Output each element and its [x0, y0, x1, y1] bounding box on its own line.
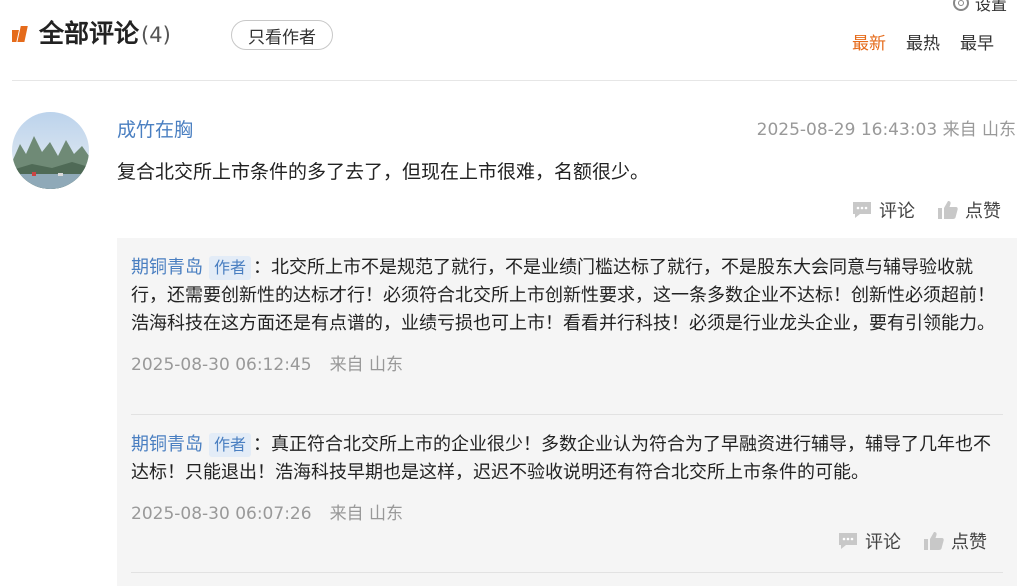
reply-divider: [131, 572, 1003, 573]
comment-count: (4): [141, 23, 171, 47]
reply-location: 来自 山东: [329, 504, 403, 524]
reply-author[interactable]: 期铜青岛: [131, 257, 203, 278]
reply-like-button[interactable]: 点赞: [923, 528, 987, 554]
tab-earliest[interactable]: 最早: [960, 29, 994, 54]
comment-bubble-icon: [839, 533, 857, 549]
comment-actions: 评论 点赞: [851, 197, 1001, 223]
reply-location: 来自 山东: [329, 355, 403, 375]
settings-label: 设置: [975, 0, 1008, 14]
reply-content: 期铜青岛 作者 ：北交所上市不是规范了就行，不是业绩门槛达标了就行，不是股东大会同意…: [131, 254, 1003, 338]
comment-reply-label: 评论: [879, 201, 915, 222]
header-divider: [12, 80, 1017, 81]
reply-author[interactable]: 期铜青岛: [131, 434, 203, 455]
comment-bubble-icon: [853, 202, 871, 218]
reply-actions: 评论 点赞: [837, 528, 987, 554]
tab-newest[interactable]: 最新: [852, 29, 886, 54]
reply-timestamp: 2025-08-30 06:12:45: [131, 355, 312, 375]
reply-like-label: 点赞: [951, 532, 987, 553]
comment-text: 复合北交所上市条件的多了去了，但现在上市很难，名额很少。: [117, 161, 650, 183]
comment-username[interactable]: 成竹在胸: [117, 115, 193, 142]
thumbs-up-icon: [924, 532, 944, 550]
thumbs-up-icon: [938, 201, 958, 219]
reply-divider: [131, 414, 1003, 415]
comment-section-icon: [12, 26, 28, 42]
comment-like-label: 点赞: [965, 201, 1001, 222]
reply-meta: 2025-08-30 06:12:45 来自 山东: [131, 350, 1003, 375]
reply-item: 期铜青岛 作者 ：真正符合北交所上市的企业很少！多数企业认为符合为了早融资进行辅导，…: [131, 431, 1003, 524]
author-tag: 作者: [209, 256, 252, 280]
author-tag: 作者: [209, 433, 252, 457]
page-title: 全部评论(4): [39, 14, 171, 50]
tab-hottest[interactable]: 最热: [906, 29, 940, 54]
avatar[interactable]: [12, 112, 89, 189]
reply-comment-label: 评论: [865, 532, 901, 553]
gear-icon: [953, 0, 969, 11]
reply-content: 期铜青岛 作者 ：真正符合北交所上市的企业很少！多数企业认为符合为了早融资进行辅导，…: [131, 431, 1003, 487]
settings-button[interactable]: 设置: [953, 0, 1007, 15]
comment-meta: 2025-08-29 16:43:03 来自 山东: [757, 115, 1016, 140]
comment-timestamp: 2025-08-29 16:43:03: [756, 120, 938, 140]
reply-text: ：真正符合北交所上市的企业很少！多数企业认为符合为了早融资进行辅导，辅导了几年也…: [131, 434, 992, 483]
reply-list: 期铜青岛 作者 ：北交所上市不是规范了就行，不是业绩门槛达标了就行，不是股东大会同意…: [117, 238, 1017, 586]
reply-timestamp: 2025-08-30 06:07:26: [131, 504, 312, 524]
reply-meta: 2025-08-30 06:07:26 来自 山东: [131, 499, 1003, 524]
author-only-button[interactable]: 只看作者: [231, 20, 333, 50]
comment-like-button[interactable]: 点赞: [937, 197, 1001, 223]
title-text: 全部评论: [39, 19, 140, 48]
reply-text: ：北交所上市不是规范了就行，不是业绩门槛达标了就行，不是股东大会同意与辅导验收就…: [131, 257, 995, 334]
comment-reply-button[interactable]: 评论: [851, 197, 915, 223]
reply-comment-button[interactable]: 评论: [837, 528, 901, 554]
reply-item: 期铜青岛 作者 ：北交所上市不是规范了就行，不是业绩门槛达标了就行，不是股东大会同意…: [131, 254, 1003, 375]
comment-location: 来自 山东: [942, 120, 1016, 140]
sort-tabs: 最新 最热 最早: [852, 29, 994, 54]
